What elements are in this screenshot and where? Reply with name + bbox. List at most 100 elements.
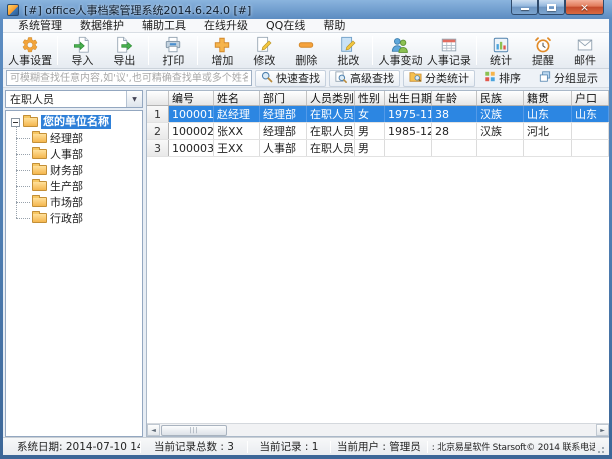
cell[interactable]: 张XX [214, 123, 260, 139]
scroll-right-arrow-icon[interactable]: ► [596, 424, 609, 436]
personnel-change-button[interactable]: 人事变动 [376, 34, 424, 68]
cell[interactable]: 男 [355, 140, 385, 156]
app-icon [7, 4, 19, 16]
cell[interactable]: 赵经理 [214, 106, 260, 122]
import-button[interactable]: 导入 [61, 34, 103, 68]
add-icon [213, 35, 231, 54]
column-header[interactable]: 部门 [260, 91, 307, 105]
column-header[interactable]: 民族 [477, 91, 524, 105]
minimize-icon [521, 8, 529, 10]
toolbar-separator [57, 36, 58, 65]
column-header[interactable]: 户口 [572, 91, 609, 105]
statistics-button[interactable]: 统计 [480, 34, 522, 68]
table-row[interactable]: 3 100003 王XX 人事部 在职人员 男 [147, 140, 609, 157]
edit-button[interactable]: 修改 [243, 34, 285, 68]
tree-connector [16, 154, 30, 155]
delete-button[interactable]: 删除 [285, 34, 327, 68]
cell[interactable] [524, 140, 572, 156]
cell[interactable]: 100001 [169, 106, 214, 122]
print-button[interactable]: 打印 [152, 34, 194, 68]
cell[interactable]: 100003 [169, 140, 214, 156]
menu-system[interactable]: 系统管理 [9, 19, 71, 33]
personnel-record-button[interactable]: 人事记录 [425, 34, 473, 68]
tree-item-dept[interactable]: 市场部 [13, 194, 142, 210]
cell[interactable] [385, 140, 432, 156]
cell[interactable]: 38 [432, 106, 477, 122]
cell[interactable]: 100002 [169, 123, 214, 139]
column-header[interactable]: 年龄 [432, 91, 477, 105]
export-button[interactable]: 导出 [103, 34, 145, 68]
scroll-left-arrow-icon[interactable]: ◄ [147, 424, 160, 436]
close-icon: × [580, 1, 589, 14]
cell[interactable]: 经理部 [260, 123, 307, 139]
cell[interactable]: 山东 [572, 106, 609, 122]
cell[interactable]: 王XX [214, 140, 260, 156]
cell[interactable]: 1985-12-09 [385, 123, 432, 139]
tree-root-item[interactable]: 您的单位名称 [8, 114, 142, 130]
search-row: 快速查找 高级查找 分类统计 排序 [3, 69, 609, 88]
cell[interactable] [572, 123, 609, 139]
cell[interactable]: 经理部 [260, 106, 307, 122]
toolbar-separator [476, 36, 477, 65]
cell[interactable] [477, 140, 524, 156]
table-row[interactable]: 1 100001 赵经理 经理部 在职人员 女 1975-11-30 38 汉族… [147, 106, 609, 123]
batch-edit-button[interactable]: 批改 [327, 34, 369, 68]
reminder-icon [534, 35, 552, 54]
column-header[interactable]: 出生日期 [385, 91, 432, 105]
menu-help[interactable]: 帮助 [314, 19, 354, 33]
resize-grip[interactable] [597, 444, 607, 454]
cell[interactable]: 汉族 [477, 106, 524, 122]
tree-item-dept[interactable]: 财务部 [13, 162, 142, 178]
menu-online-upgrade[interactable]: 在线升级 [195, 19, 257, 33]
scrollbar-thumb[interactable]: ||| [161, 425, 227, 436]
add-button[interactable]: 增加 [201, 34, 243, 68]
cell[interactable]: 女 [355, 106, 385, 122]
cell[interactable]: 汉族 [477, 123, 524, 139]
menu-data-maintenance[interactable]: 数据维护 [71, 19, 133, 33]
reminder-button[interactable]: 提醒 [522, 34, 564, 68]
cell[interactable]: 山东 [524, 106, 572, 122]
column-header[interactable]: 编号 [169, 91, 214, 105]
cell[interactable]: 在职人员 [307, 140, 355, 156]
tree-item-dept[interactable]: 人事部 [13, 146, 142, 162]
minimize-button[interactable] [511, 0, 538, 15]
tree-item-dept[interactable]: 行政部 [13, 210, 142, 226]
tree-item-dept[interactable]: 生产部 [13, 178, 142, 194]
menu-qq-online[interactable]: QQ在线 [257, 19, 314, 33]
search-input[interactable] [6, 70, 252, 86]
row-number[interactable]: 1 [147, 106, 169, 122]
personnel-settings-button[interactable]: 人事设置 [6, 34, 54, 68]
group-display-button[interactable]: 分组显示 [533, 70, 604, 87]
cell[interactable]: 28 [432, 123, 477, 139]
collapse-icon[interactable] [11, 118, 20, 127]
column-header[interactable]: 性别 [355, 91, 385, 105]
maximize-button[interactable] [538, 0, 565, 15]
sort-button[interactable]: 排序 [478, 70, 527, 87]
cell[interactable] [432, 140, 477, 156]
menu-tools[interactable]: 辅助工具 [133, 19, 195, 33]
personnel-record-icon [440, 35, 458, 54]
cell[interactable] [572, 140, 609, 156]
column-header[interactable]: 姓名 [214, 91, 260, 105]
close-button[interactable]: × [565, 0, 604, 15]
advanced-find-button[interactable]: 高级查找 [329, 70, 400, 87]
personnel-filter-dropdown[interactable]: 在职人员 ▼ [5, 90, 143, 108]
category-stats-button[interactable]: 分类统计 [403, 70, 475, 87]
department-tree: 您的单位名称 经理部 人事部 [5, 110, 143, 437]
cell[interactable]: 在职人员 [307, 106, 355, 122]
cell[interactable]: 1975-11-30 [385, 106, 432, 122]
column-header[interactable]: 籍贯 [524, 91, 572, 105]
row-number[interactable]: 2 [147, 123, 169, 139]
mail-button[interactable]: 邮件 [564, 34, 606, 68]
cell[interactable]: 男 [355, 123, 385, 139]
cell[interactable]: 人事部 [260, 140, 307, 156]
column-header[interactable]: 人员类别 [307, 91, 355, 105]
quick-find-button[interactable]: 快速查找 [255, 70, 326, 87]
statistics-icon [492, 35, 510, 54]
horizontal-scrollbar[interactable]: ◄ ||| ► [147, 423, 609, 436]
row-number[interactable]: 3 [147, 140, 169, 156]
cell[interactable]: 河北 [524, 123, 572, 139]
table-row[interactable]: 2 100002 张XX 经理部 在职人员 男 1985-12-09 28 汉族… [147, 123, 609, 140]
tree-item-dept[interactable]: 经理部 [13, 130, 142, 146]
cell[interactable]: 在职人员 [307, 123, 355, 139]
